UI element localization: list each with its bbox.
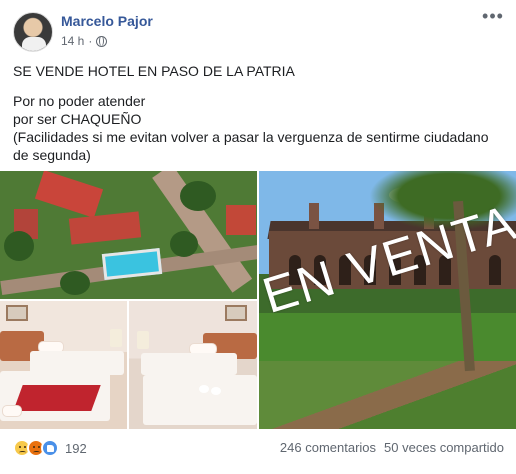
photo-room-red-runner[interactable] <box>0 301 127 429</box>
reaction-count: 192 <box>65 440 87 456</box>
arch <box>489 255 501 285</box>
photo-hotel-building[interactable]: EN VENTA <box>259 171 516 429</box>
post-footer: 192 246 comentarios 50 veces compartido <box>0 434 516 466</box>
bed-runner <box>13 385 101 411</box>
photo-room-twin-beds[interactable] <box>129 301 257 429</box>
pillow <box>2 405 22 417</box>
post-stats: 246 comentarios 50 veces compartido <box>280 440 504 455</box>
comments-count[interactable]: 246 comentarios <box>280 440 376 455</box>
face-eyes <box>33 446 35 448</box>
lamp <box>110 329 122 347</box>
face-mouth <box>19 451 26 454</box>
lamp <box>137 331 149 349</box>
post-body: Por no poder atender por ser CHAQUEÑO (F… <box>13 92 505 164</box>
post-body-line: por ser CHAQUEÑO <box>13 111 142 127</box>
wall-picture <box>6 305 28 321</box>
aerial-tree <box>180 181 216 211</box>
post-meta: 14 h · <box>61 34 108 48</box>
wall-picture <box>225 305 247 321</box>
post-timestamp[interactable]: 14 h <box>61 34 84 48</box>
photo-gallery: EN VENTA <box>0 171 516 429</box>
towel <box>211 387 221 395</box>
shares-count[interactable]: 50 veces compartido <box>384 440 504 455</box>
aerial-tree <box>170 231 198 257</box>
meta-separator: · <box>88 34 93 48</box>
facebook-post: Marcelo Pajor 14 h · ••• SE VENDE HOTEL … <box>0 0 516 474</box>
face-eyes <box>19 446 21 448</box>
bed <box>141 353 237 375</box>
aerial-tree <box>60 271 90 295</box>
post-body-line: Por no poder atender <box>13 93 146 109</box>
towel <box>199 385 209 393</box>
lawn-path <box>259 361 516 429</box>
aerial-tree <box>4 231 34 261</box>
aerial-roof <box>34 171 104 218</box>
like-reaction-icon <box>41 439 59 457</box>
thumb-shape <box>46 444 54 452</box>
globe-icon[interactable] <box>96 35 108 47</box>
chimney <box>309 203 319 229</box>
face-mouth <box>33 451 40 454</box>
reactions-summary[interactable]: 192 <box>13 439 87 457</box>
bed <box>143 375 257 425</box>
author-name[interactable]: Marcelo Pajor <box>61 13 153 29</box>
post-body-line: (Facilidades si me evitan volver a pasar… <box>13 129 489 163</box>
post-headline: SE VENDE HOTEL EN PASO DE LA PATRIA <box>13 63 295 79</box>
more-options-icon[interactable]: ••• <box>480 7 506 29</box>
author-avatar[interactable] <box>13 12 53 52</box>
aerial-pool <box>101 248 163 280</box>
post-text: SE VENDE HOTEL EN PASO DE LA PATRIA Por … <box>13 62 505 176</box>
aerial-roof <box>226 205 256 235</box>
photo-aerial-view[interactable] <box>0 171 257 299</box>
aerial-roof <box>68 211 142 245</box>
